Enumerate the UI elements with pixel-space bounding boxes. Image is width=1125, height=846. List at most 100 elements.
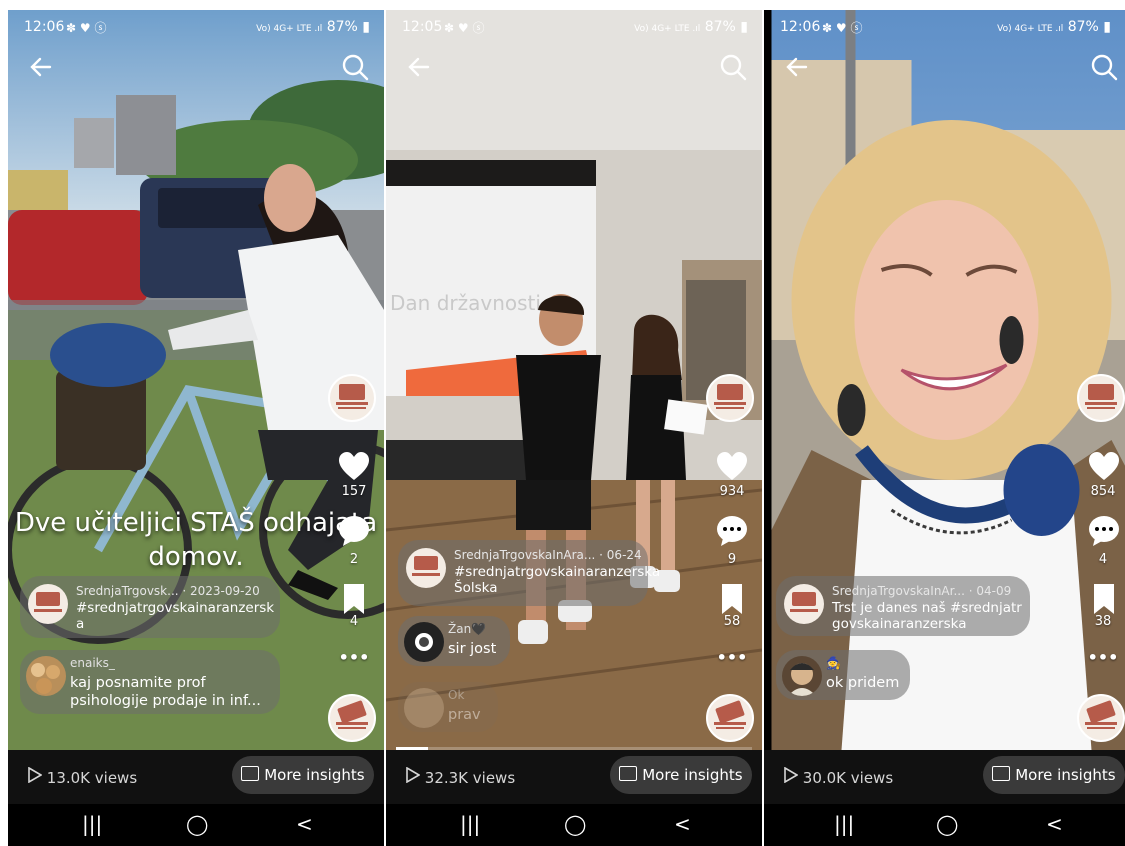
commenter-name: 🧙 bbox=[826, 656, 841, 670]
status-time: 12:05 bbox=[402, 19, 443, 35]
commenter-name: Ok bbox=[448, 688, 465, 702]
more-options-icon[interactable]: ••• bbox=[710, 648, 754, 667]
comment-bubble[interactable]: enaiks_ kaj posnamite prof psihologije p… bbox=[20, 650, 280, 714]
play-icon bbox=[28, 766, 43, 784]
comment-count: 2 bbox=[349, 552, 359, 567]
back-button[interactable]: < bbox=[674, 812, 691, 836]
search-icon[interactable] bbox=[1089, 52, 1119, 82]
chart-icon bbox=[241, 766, 260, 781]
status-bar: 12:06 ✽ ♥ ⓢ Vo) 4G+ LTE .ıl 87% ▮ bbox=[8, 10, 384, 42]
battery-level: 87% bbox=[326, 19, 358, 35]
status-time: 12:06 bbox=[780, 19, 821, 35]
network-indicator: Vo) 4G+ LTE .ıl bbox=[256, 24, 323, 34]
creator-avatar[interactable] bbox=[328, 374, 376, 422]
more-insights-label: More insights bbox=[642, 766, 743, 784]
comment-bubble-faded[interactable]: Ok prav bbox=[398, 682, 498, 732]
system-nav-bar: ||| ◯ < bbox=[764, 804, 1125, 846]
back-arrow-icon[interactable] bbox=[782, 52, 812, 82]
bookmark-icon[interactable] bbox=[337, 582, 371, 616]
phone-3: 12:06 ✽ ♥ ⓢ Vo) 4G+ LTE .ıl 87% ▮ 854 4 … bbox=[764, 10, 1125, 846]
back-button[interactable]: < bbox=[296, 812, 313, 836]
search-icon[interactable] bbox=[718, 52, 748, 82]
recent-apps-button[interactable]: ||| bbox=[82, 812, 102, 836]
more-options-icon[interactable]: ••• bbox=[1081, 648, 1125, 667]
comment-icon[interactable] bbox=[715, 514, 749, 548]
sound-disc[interactable] bbox=[706, 694, 754, 742]
bookmark-icon[interactable] bbox=[1087, 582, 1121, 616]
comment-text: kaj posnamite prof psihologije prodaje i… bbox=[70, 675, 261, 709]
status-bar: 12:06 ✽ ♥ ⓢ Vo) 4G+ LTE .ıl 87% ▮ bbox=[764, 10, 1125, 42]
battery-icon: ▮ bbox=[362, 19, 370, 35]
home-button[interactable]: ◯ bbox=[186, 812, 208, 836]
notification-icons: ✽ ♥ ⓢ bbox=[444, 21, 485, 35]
like-heart-icon[interactable] bbox=[1087, 450, 1121, 484]
home-button[interactable]: ◯ bbox=[936, 812, 958, 836]
back-button[interactable]: < bbox=[1046, 812, 1063, 836]
video-player[interactable]: Dve učiteljici STAŠ odhajata domov. bbox=[8, 10, 384, 750]
network-indicator: Vo) 4G+ LTE .ıl bbox=[634, 24, 701, 34]
comment-bubble[interactable]: Žan🖤 sir jost bbox=[398, 616, 510, 666]
video-caption-overlay: Dve učiteljici STAŠ odhajata domov. bbox=[14, 508, 378, 572]
status-bar: 12:05 ✽ ♥ ⓢ Vo) 4G+ LTE .ıl 87% ▮ bbox=[386, 10, 762, 42]
status-right: Vo) 4G+ LTE .ıl 87% ▮ bbox=[256, 19, 370, 35]
comment-count: 9 bbox=[727, 552, 737, 567]
video-frame-cyclist bbox=[8, 10, 384, 750]
battery-level: 87% bbox=[704, 19, 736, 35]
commenter-name: enaiks_ bbox=[70, 656, 115, 670]
comment-icon[interactable] bbox=[1087, 514, 1121, 548]
more-insights-button[interactable]: More insights bbox=[983, 756, 1125, 794]
insights-bar: 13.0K views More insights bbox=[8, 750, 384, 804]
views-label: 13.0K views bbox=[46, 769, 138, 787]
more-insights-button[interactable]: More insights bbox=[232, 756, 374, 794]
post-info-card[interactable]: SrednjaTrgovskaInAra... · 06-24 #srednja… bbox=[398, 540, 660, 606]
back-arrow-icon[interactable] bbox=[404, 52, 434, 82]
play-icon bbox=[406, 766, 421, 784]
insights-bar: 30.0K views More insights bbox=[764, 750, 1125, 804]
comment-icon[interactable] bbox=[337, 514, 371, 548]
like-heart-icon[interactable] bbox=[715, 450, 749, 484]
recent-apps-button[interactable]: ||| bbox=[460, 812, 480, 836]
phone-2: Dan državnosti 12:05 ✽ ♥ ⓢ Vo) 4G+ LTE .… bbox=[386, 10, 762, 846]
comment-count: 4 bbox=[1098, 552, 1108, 567]
save-count: 38 bbox=[1094, 614, 1112, 629]
search-icon[interactable] bbox=[340, 52, 370, 82]
comment-text: prav bbox=[448, 707, 481, 723]
creator-avatar[interactable] bbox=[706, 374, 754, 422]
post-author-avatar bbox=[28, 584, 68, 624]
network-indicator: Vo) 4G+ LTE .ıl bbox=[997, 24, 1064, 34]
views-count: 32.3K views bbox=[406, 766, 515, 787]
home-button[interactable]: ◯ bbox=[564, 812, 586, 836]
post-author-avatar bbox=[784, 584, 824, 624]
sound-disc[interactable] bbox=[1077, 694, 1125, 742]
views-count: 13.0K views bbox=[28, 766, 138, 787]
post-info-card[interactable]: SrednjaTrgovskaInAr... · 04-09 Trst je d… bbox=[776, 576, 1030, 636]
sound-disc[interactable] bbox=[328, 694, 376, 742]
back-arrow-icon[interactable] bbox=[26, 52, 56, 82]
creator-avatar[interactable] bbox=[1077, 374, 1125, 422]
phone-1: Dve učiteljici STAŠ odhajata domov. 12:0… bbox=[8, 10, 384, 846]
commenter-name: Žan🖤 bbox=[448, 622, 487, 636]
more-insights-label: More insights bbox=[1015, 766, 1116, 784]
notification-icons: ✽ ♥ ⓢ bbox=[66, 21, 107, 35]
commenter-avatar bbox=[26, 656, 66, 696]
comment-bubble[interactable]: 🧙 ok pridem bbox=[776, 650, 910, 700]
status-right: Vo) 4G+ LTE .ıl 87% ▮ bbox=[997, 19, 1111, 35]
more-options-icon[interactable]: ••• bbox=[332, 648, 376, 667]
save-count: 4 bbox=[349, 614, 359, 629]
like-count: 157 bbox=[341, 484, 367, 499]
like-heart-icon[interactable] bbox=[337, 450, 371, 484]
post-info-card[interactable]: SrednjaTrgovsk... · 2023-09-20 #srednjat… bbox=[20, 576, 280, 638]
comment-text: ok pridem bbox=[826, 675, 900, 691]
post-caption: #srednjatrgovskainaranzerska bbox=[76, 600, 275, 632]
projector-text: Dan državnosti bbox=[390, 291, 541, 315]
status-right: Vo) 4G+ LTE .ıl 87% ▮ bbox=[634, 19, 748, 35]
commenter-avatar bbox=[404, 688, 444, 728]
more-insights-button[interactable]: More insights bbox=[610, 756, 752, 794]
video-player[interactable] bbox=[764, 10, 1125, 750]
comment-text: sir jost bbox=[448, 641, 497, 657]
system-nav-bar: ||| ◯ < bbox=[386, 804, 762, 846]
battery-icon: ▮ bbox=[740, 19, 748, 35]
bookmark-icon[interactable] bbox=[715, 582, 749, 616]
like-count: 854 bbox=[1090, 484, 1116, 499]
recent-apps-button[interactable]: ||| bbox=[834, 812, 854, 836]
